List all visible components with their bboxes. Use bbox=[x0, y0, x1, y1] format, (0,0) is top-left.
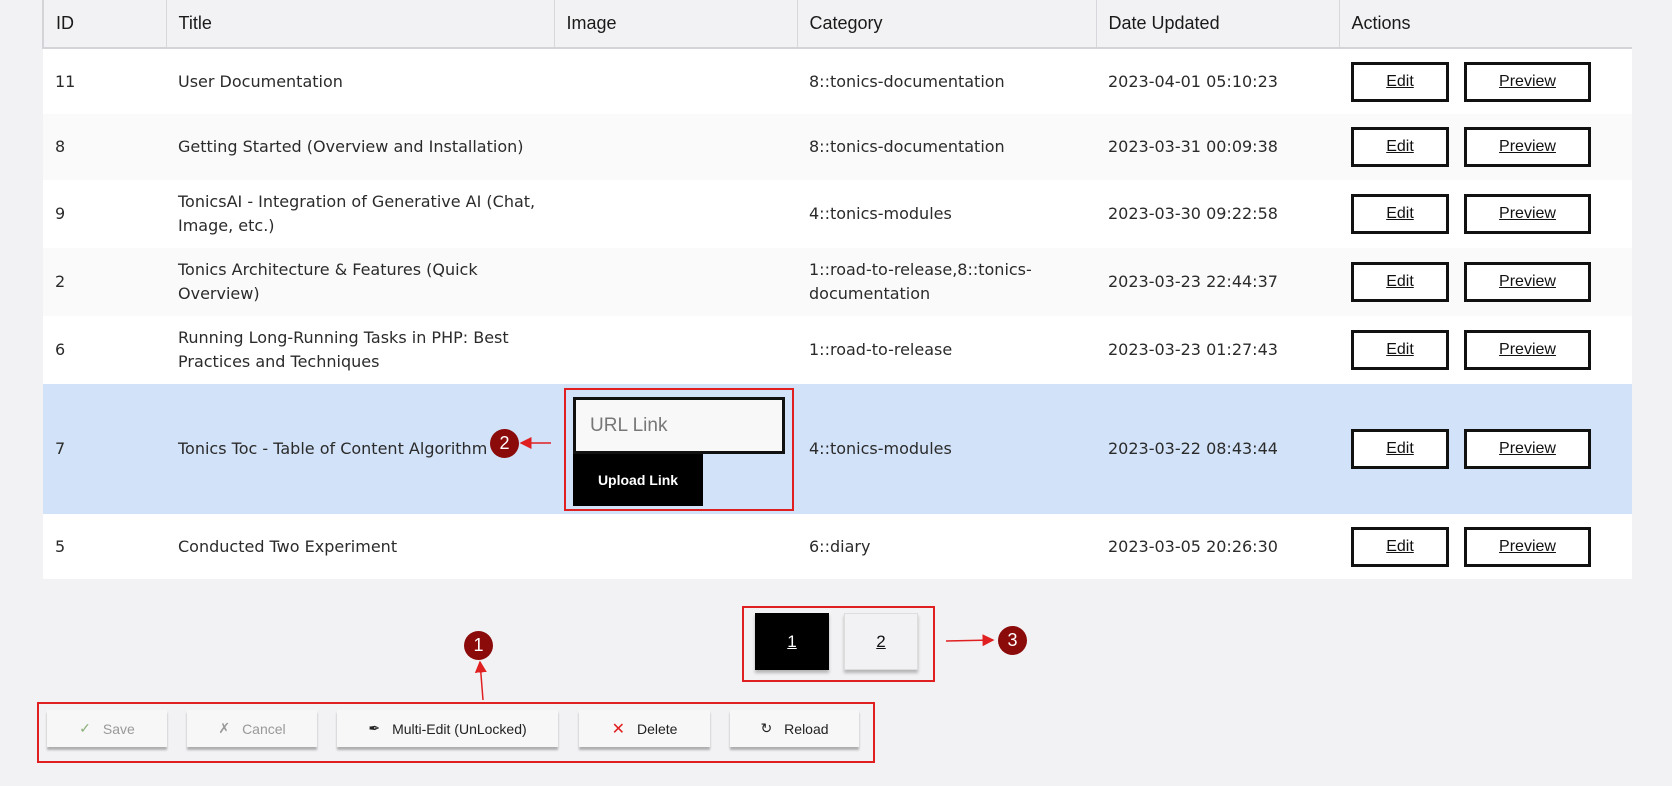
cell-category: 1::road-to-release bbox=[809, 340, 953, 359]
cell-title: Running Long-Running Tasks in PHP: Best … bbox=[178, 328, 509, 371]
cell-title: TonicsAI - Integration of Generative AI … bbox=[178, 192, 536, 235]
cell-image[interactable] bbox=[554, 316, 797, 384]
cell-image[interactable] bbox=[554, 48, 797, 114]
cell-actions: Edit Preview bbox=[1339, 114, 1632, 180]
cell-image[interactable] bbox=[554, 514, 797, 579]
preview-button[interactable]: Preview bbox=[1464, 127, 1591, 167]
callout-3-arrow bbox=[945, 634, 995, 647]
cell-category: 8::tonics-documentation bbox=[809, 137, 1005, 156]
column-header-image[interactable]: Image bbox=[553, 0, 797, 49]
multi-edit-label: Multi-Edit (UnLocked) bbox=[392, 720, 527, 737]
cell-date: 2023-04-01 05:10:23 bbox=[1108, 71, 1278, 91]
cell-id: 11 bbox=[55, 71, 76, 91]
check-icon: ✓ bbox=[79, 720, 91, 736]
table-row-selected[interactable]: 7 Tonics Toc - Table of Content Algorith… bbox=[43, 384, 1632, 514]
preview-button[interactable]: Preview bbox=[1464, 194, 1591, 234]
reload-button[interactable]: ↻ Reload bbox=[730, 710, 859, 747]
edit-button[interactable]: Edit bbox=[1351, 262, 1449, 302]
cell-id: 8 bbox=[55, 137, 66, 156]
cancel-button[interactable]: ✗ Cancel bbox=[187, 710, 317, 747]
cell-category: 6::diary bbox=[809, 536, 871, 556]
cell-id: 6 bbox=[55, 340, 66, 359]
callout-3-badge: 3 bbox=[998, 626, 1027, 655]
save-button[interactable]: ✓ Save bbox=[47, 710, 167, 747]
cell-category: 4::tonics-modules bbox=[809, 439, 952, 458]
cell-category: 1::road-to-release,8::tonics-documentati… bbox=[809, 260, 1032, 303]
cell-date: 2023-03-05 20:26:30 bbox=[1108, 536, 1278, 556]
url-link-input[interactable]: URL Link bbox=[573, 396, 785, 454]
cell-actions: Edit Preview bbox=[1339, 384, 1632, 514]
delete-cross-icon: ✕ bbox=[611, 720, 625, 738]
cell-image[interactable] bbox=[554, 248, 797, 316]
table-row[interactable]: 5 Conducted Two Experiment 6::diary 2023… bbox=[43, 514, 1632, 579]
cell-title: Conducted Two Experiment bbox=[178, 536, 398, 556]
cell-actions: Edit Preview bbox=[1339, 48, 1632, 114]
preview-button[interactable]: Preview bbox=[1464, 61, 1591, 102]
table-header-row: ID Title Image Category Date Updated Act… bbox=[42, 0, 1632, 49]
table-row[interactable]: 9 TonicsAI - Integration of Generative A… bbox=[43, 180, 1632, 248]
cell-id: 7 bbox=[55, 439, 66, 458]
edit-button[interactable]: Edit bbox=[1351, 194, 1449, 234]
page-1-button[interactable]: 1 bbox=[755, 613, 829, 670]
posts-table-container: ID Title Image Category Date Updated Act… bbox=[42, 0, 1632, 579]
column-header-id[interactable]: ID bbox=[42, 0, 166, 49]
page-2-button[interactable]: 2 bbox=[844, 613, 918, 670]
cell-date: 2023-03-23 22:44:37 bbox=[1108, 272, 1278, 291]
column-header-actions: Actions bbox=[1338, 0, 1632, 49]
column-header-date-updated[interactable]: Date Updated bbox=[1095, 0, 1339, 49]
delete-label: Delete bbox=[636, 720, 678, 737]
cell-category: 4::tonics-modules bbox=[809, 204, 952, 223]
cell-date: 2023-03-23 01:27:43 bbox=[1108, 340, 1278, 359]
cell-title: User Documentation bbox=[178, 71, 343, 91]
edit-button[interactable]: Edit bbox=[1351, 526, 1449, 567]
edit-button[interactable]: Edit bbox=[1351, 429, 1449, 469]
multi-edit-button[interactable]: ✒ Multi-Edit (UnLocked) bbox=[337, 710, 558, 747]
cell-image[interactable]: URL Link Upload Link bbox=[554, 384, 797, 514]
cell-date: 2023-03-31 00:09:38 bbox=[1108, 137, 1278, 156]
table-row[interactable]: 8 Getting Started (Overview and Installa… bbox=[43, 114, 1632, 180]
delete-button[interactable]: ✕ Delete bbox=[579, 710, 710, 747]
callout-1-badge: 1 bbox=[464, 631, 493, 660]
preview-button[interactable]: Preview bbox=[1464, 330, 1591, 370]
table-row[interactable]: 11 User Documentation 8::tonics-document… bbox=[43, 48, 1632, 114]
cell-actions: Edit Preview bbox=[1339, 316, 1632, 384]
cell-id: 2 bbox=[55, 272, 66, 291]
cell-id: 9 bbox=[55, 204, 66, 223]
table-row[interactable]: 6 Running Long-Running Tasks in PHP: Bes… bbox=[43, 316, 1632, 384]
preview-button[interactable]: Preview bbox=[1464, 526, 1591, 567]
preview-button[interactable]: Preview bbox=[1464, 429, 1591, 469]
cell-title: Getting Started (Overview and Installati… bbox=[178, 137, 524, 156]
column-header-category[interactable]: Category bbox=[796, 0, 1096, 49]
cell-category: 8::tonics-documentation bbox=[809, 71, 1005, 91]
callout-2-badge: 2 bbox=[490, 429, 519, 458]
edit-button[interactable]: Edit bbox=[1351, 330, 1449, 370]
upload-link-button[interactable]: Upload Link bbox=[573, 453, 703, 506]
column-header-title[interactable]: Title bbox=[165, 0, 554, 49]
cell-actions: Edit Preview bbox=[1339, 180, 1632, 248]
cell-image[interactable] bbox=[554, 114, 797, 180]
cell-id: 5 bbox=[55, 536, 66, 556]
cell-actions: Edit Preview bbox=[1339, 248, 1632, 316]
pen-icon: ✒ bbox=[368, 720, 381, 736]
edit-button[interactable]: Edit bbox=[1351, 61, 1449, 102]
x-mark-icon: ✗ bbox=[218, 720, 231, 736]
reload-label: Reload bbox=[784, 720, 829, 737]
cell-date: 2023-03-22 08:43:44 bbox=[1108, 439, 1278, 458]
cell-date: 2023-03-30 09:22:58 bbox=[1108, 204, 1278, 223]
reload-icon: ↻ bbox=[760, 720, 773, 736]
callout-1-arrow bbox=[474, 660, 487, 701]
cell-image[interactable] bbox=[554, 180, 797, 248]
table-row[interactable]: 2 Tonics Architecture & Features (Quick … bbox=[43, 248, 1632, 316]
cell-actions: Edit Preview bbox=[1339, 514, 1632, 579]
preview-button[interactable]: Preview bbox=[1464, 262, 1591, 302]
cancel-label: Cancel bbox=[242, 720, 286, 737]
edit-button[interactable]: Edit bbox=[1351, 127, 1449, 167]
cell-title: Tonics Architecture & Features (Quick Ov… bbox=[178, 260, 478, 303]
posts-table: ID Title Image Category Date Updated Act… bbox=[42, 0, 1632, 579]
save-label: Save bbox=[102, 720, 135, 737]
image-editor-highlight: URL Link Upload Link bbox=[564, 387, 794, 511]
